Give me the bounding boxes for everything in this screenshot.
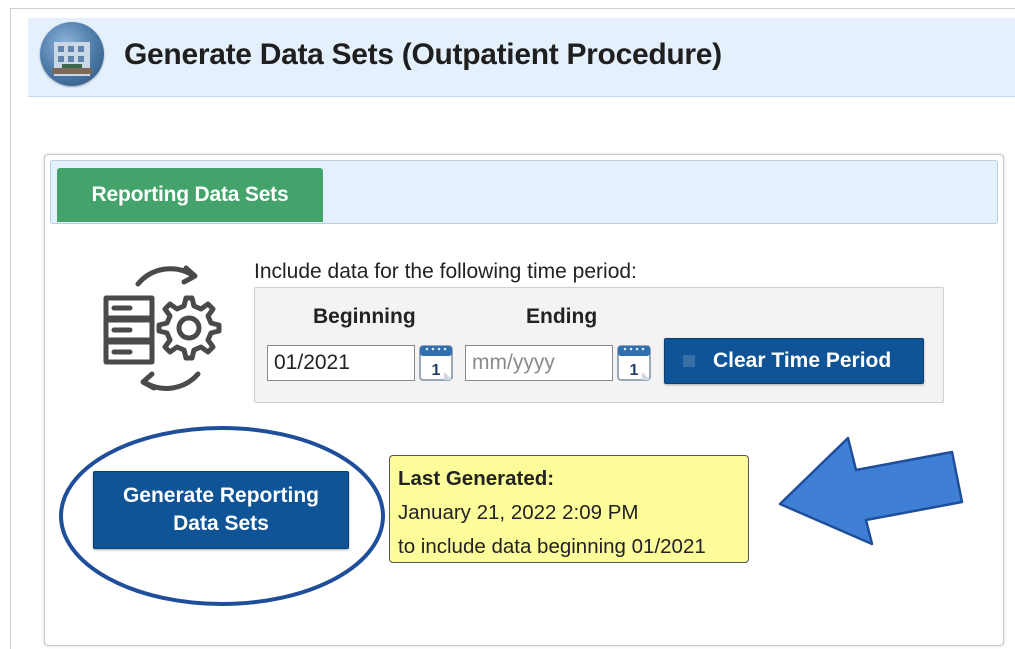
building-photo-icon [40,22,104,86]
page-title: Generate Data Sets (Outpatient Procedure… [124,38,722,71]
generate-button-label-line1: Generate Reporting [122,484,320,507]
calendar-day-text: 1 [432,362,441,379]
ending-label: Ending [526,305,598,328]
page-header: Generate Data Sets (Outpatient Procedure… [28,18,1015,97]
tab-reporting-data-sets[interactable]: Reporting Data Sets [57,168,323,222]
clear-icon [683,355,695,367]
last-generated-box: Last Generated: January 21, 2022 2:09 PM… [389,455,749,563]
last-generated-timestamp: January 21, 2022 2:09 PM [398,501,639,524]
generate-button-label-line2: Data Sets [173,512,269,535]
clear-time-period-label: Clear Time Period [713,349,892,372]
last-generated-title: Last Generated: [398,467,555,490]
calendar-day-text: 1 [630,362,639,379]
time-period-instruction: Include data for the following time peri… [254,260,637,283]
generate-reporting-data-sets-button[interactable]: Generate Reporting Data Sets [93,471,349,549]
last-generated-note: to include data beginning 01/2021 [398,535,706,558]
beginning-label: Beginning [313,305,416,328]
clear-time-period-button[interactable]: Clear Time Period [664,338,924,384]
ending-calendar-icon[interactable]: 1 [616,342,652,382]
beginning-date-field[interactable] [267,345,415,381]
beginning-calendar-icon[interactable]: 1 [418,342,454,382]
data-sets-server-gear-icon [103,265,222,391]
ending-date-field[interactable] [465,345,613,381]
pointer-arrow-annotation [778,436,964,546]
